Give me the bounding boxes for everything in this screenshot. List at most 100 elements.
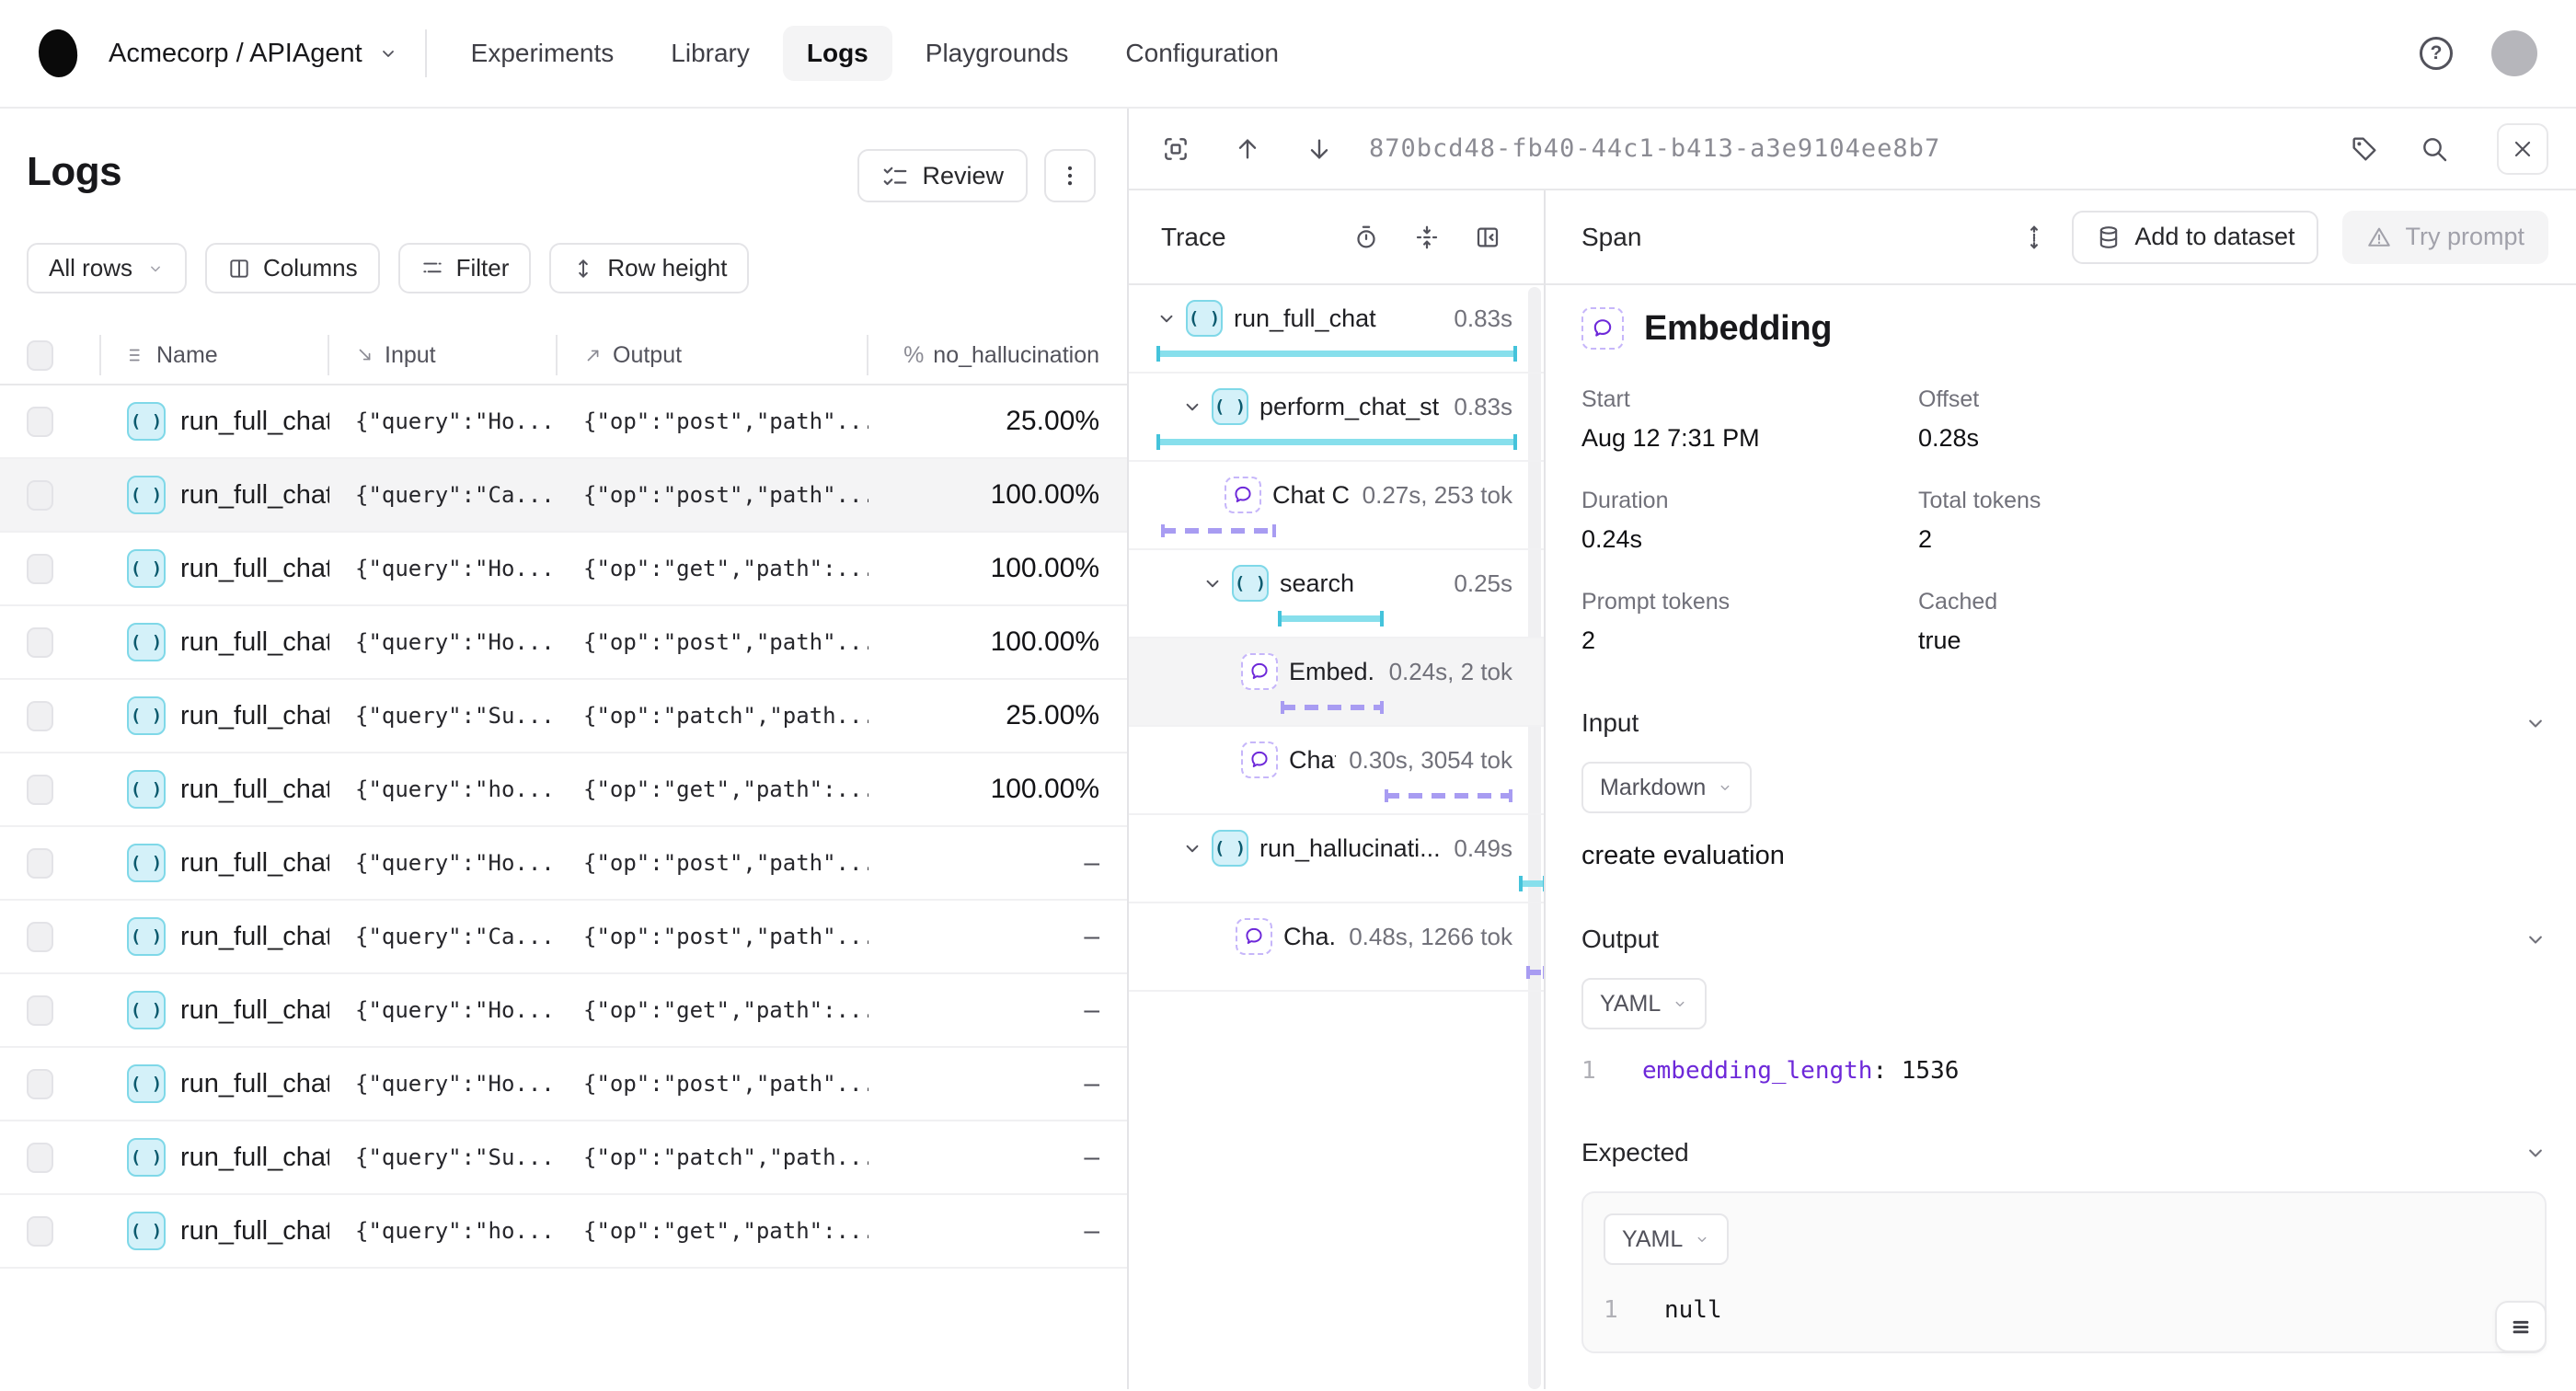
row-checkbox-cell[interactable] [0, 922, 101, 952]
search-icon[interactable] [2420, 134, 2449, 164]
row-checkbox[interactable] [27, 407, 53, 437]
trace-tree-row[interactable]: Cha... 0.48s, 1266 tok [1129, 903, 1544, 992]
detail-start: StartAug 12 7:31 PM [1581, 386, 1918, 453]
expected-format-dropdown[interactable]: YAML [1604, 1213, 1729, 1265]
row-checkbox[interactable] [27, 922, 53, 952]
row-checkbox-cell[interactable] [0, 1216, 101, 1247]
output-section-header: Output [1581, 925, 2548, 954]
table-row[interactable]: ( ) run_full_chat {"query":"Ho... {"op":… [0, 1048, 1127, 1121]
trace-tree-row[interactable]: ( ) run_hallucinati... 0.49s [1129, 815, 1544, 903]
row-input: {"query":"Su... [355, 1144, 555, 1170]
row-checkbox[interactable] [27, 1143, 53, 1173]
row-name: run_full_chat [180, 1216, 329, 1247]
table-row[interactable]: ( ) run_full_chat {"query":"Ho... {"op":… [0, 533, 1127, 606]
row-height-button[interactable]: Row height [549, 243, 749, 293]
arrow-down-icon[interactable] [1305, 134, 1334, 164]
columns-button[interactable]: Columns [205, 243, 380, 293]
view-options-fab[interactable] [2495, 1301, 2547, 1352]
row-checkbox-cell[interactable] [0, 848, 101, 879]
tab-logs[interactable]: Logs [783, 26, 892, 81]
collapse-rows-icon[interactable] [1413, 224, 1441, 251]
trace-tree-row[interactable]: ( ) search 0.25s [1129, 550, 1544, 638]
table-row[interactable]: ( ) run_full_chat {"query":"Ho... {"op":… [0, 974, 1127, 1048]
tab-configuration[interactable]: Configuration [1101, 26, 1303, 81]
resize-vertical-icon[interactable] [2020, 224, 2048, 251]
review-button[interactable]: Review [857, 149, 1028, 202]
row-checkbox[interactable] [27, 995, 53, 1026]
all-rows-dropdown[interactable]: All rows [27, 243, 187, 293]
input-format-dropdown[interactable]: Markdown [1581, 762, 1752, 813]
tag-icon[interactable] [2350, 134, 2379, 164]
chevron-down-icon[interactable] [1201, 571, 1225, 595]
row-checkbox-cell[interactable] [0, 554, 101, 584]
row-checkbox[interactable] [27, 775, 53, 805]
column-header-input[interactable]: Input [329, 335, 558, 375]
tab-library[interactable]: Library [647, 26, 774, 81]
table-row[interactable]: ( ) run_full_chat {"query":"Ca... {"op":… [0, 901, 1127, 974]
trace-tree-row[interactable]: ( ) perform_chat_st... 0.83s [1129, 374, 1544, 462]
trace-tree-row[interactable]: Chat C... 0.27s, 253 tok [1129, 462, 1544, 550]
row-checkbox-cell[interactable] [0, 1069, 101, 1099]
row-checkbox-cell[interactable] [0, 995, 101, 1026]
output-format-dropdown[interactable]: YAML [1581, 978, 1707, 1029]
trace-row-label: run_hallucinati... [1259, 834, 1441, 863]
column-header-output[interactable]: Output [558, 335, 868, 375]
table-row[interactable]: ( ) run_full_chat {"query":"Ho... {"op":… [0, 827, 1127, 901]
row-checkbox[interactable] [27, 848, 53, 879]
table-row[interactable]: ( ) run_full_chat {"query":"Ho... {"op":… [0, 606, 1127, 680]
arrow-up-icon[interactable] [1233, 134, 1262, 164]
select-all-checkbox[interactable] [27, 340, 53, 371]
row-checkbox-cell[interactable] [0, 775, 101, 805]
stopwatch-icon[interactable] [1352, 224, 1380, 251]
row-checkbox-cell[interactable] [0, 407, 101, 437]
focus-frame-icon[interactable] [1161, 134, 1190, 164]
trace-tree-row[interactable]: Chat ... 0.30s, 3054 tok [1129, 727, 1544, 815]
row-checkbox-cell[interactable] [0, 701, 101, 731]
row-checkbox[interactable] [27, 701, 53, 731]
table-row[interactable]: ( ) run_full_chat {"query":"Ca... {"op":… [0, 459, 1127, 533]
trace-row-label: Embed... [1289, 658, 1376, 686]
row-checkbox[interactable] [27, 554, 53, 584]
chat-bubble-icon [1241, 741, 1278, 778]
row-checkbox-cell[interactable] [0, 480, 101, 511]
row-checkbox[interactable] [27, 480, 53, 511]
column-header-name[interactable]: Name [101, 335, 329, 375]
add-to-dataset-button[interactable]: Add to dataset [2072, 211, 2318, 264]
select-all-checkbox-cell[interactable] [0, 335, 101, 375]
close-button[interactable] [2497, 123, 2548, 175]
timeline-area [1157, 344, 1516, 362]
chevron-down-icon[interactable] [2523, 926, 2548, 952]
table-row[interactable]: ( ) run_full_chat {"query":"Su... {"op":… [0, 1121, 1127, 1195]
chevron-down-icon[interactable] [2523, 710, 2548, 736]
row-input: {"query":"Su... [355, 703, 555, 729]
chevron-down-icon [1672, 995, 1688, 1012]
panel-left-icon[interactable] [1474, 224, 1501, 251]
help-icon[interactable]: ? [2420, 37, 2453, 70]
table-row[interactable]: ( ) run_full_chat {"query":"Ho... {"op":… [0, 385, 1127, 459]
span-name: Embedding [1644, 309, 1832, 349]
chevron-down-icon[interactable] [1180, 395, 1204, 419]
row-checkbox-cell[interactable] [0, 1143, 101, 1173]
more-options-button[interactable] [1044, 149, 1096, 202]
try-prompt-button[interactable]: Try prompt [2342, 211, 2548, 264]
avatar[interactable] [2491, 30, 2537, 76]
row-checkbox[interactable] [27, 627, 53, 658]
chevron-down-icon[interactable] [1180, 836, 1204, 860]
filter-button[interactable]: Filter [398, 243, 532, 293]
row-checkbox[interactable] [27, 1069, 53, 1099]
project-switcher[interactable]: Acmecorp / APIAgent [109, 39, 399, 69]
column-header-score[interactable]: % no_hallucination [868, 335, 1127, 375]
trace-tree-row[interactable]: Embed... 0.24s, 2 tok [1129, 638, 1544, 727]
function-icon: ( ) [127, 1212, 166, 1250]
row-checkbox-cell[interactable] [0, 627, 101, 658]
table-row[interactable]: ( ) run_full_chat {"query":"ho... {"op":… [0, 753, 1127, 827]
table-row[interactable]: ( ) run_full_chat {"query":"Su... {"op":… [0, 680, 1127, 753]
row-checkbox[interactable] [27, 1216, 53, 1247]
chevron-down-icon[interactable] [1155, 306, 1179, 330]
function-icon: ( ) [127, 991, 166, 1029]
tab-experiments[interactable]: Experiments [447, 26, 638, 81]
trace-tree-row[interactable]: ( ) run_full_chat 0.83s [1129, 285, 1544, 374]
tab-playgrounds[interactable]: Playgrounds [902, 26, 1093, 81]
chevron-down-icon[interactable] [2523, 1140, 2548, 1166]
table-row[interactable]: ( ) run_full_chat {"query":"ho... {"op":… [0, 1195, 1127, 1269]
